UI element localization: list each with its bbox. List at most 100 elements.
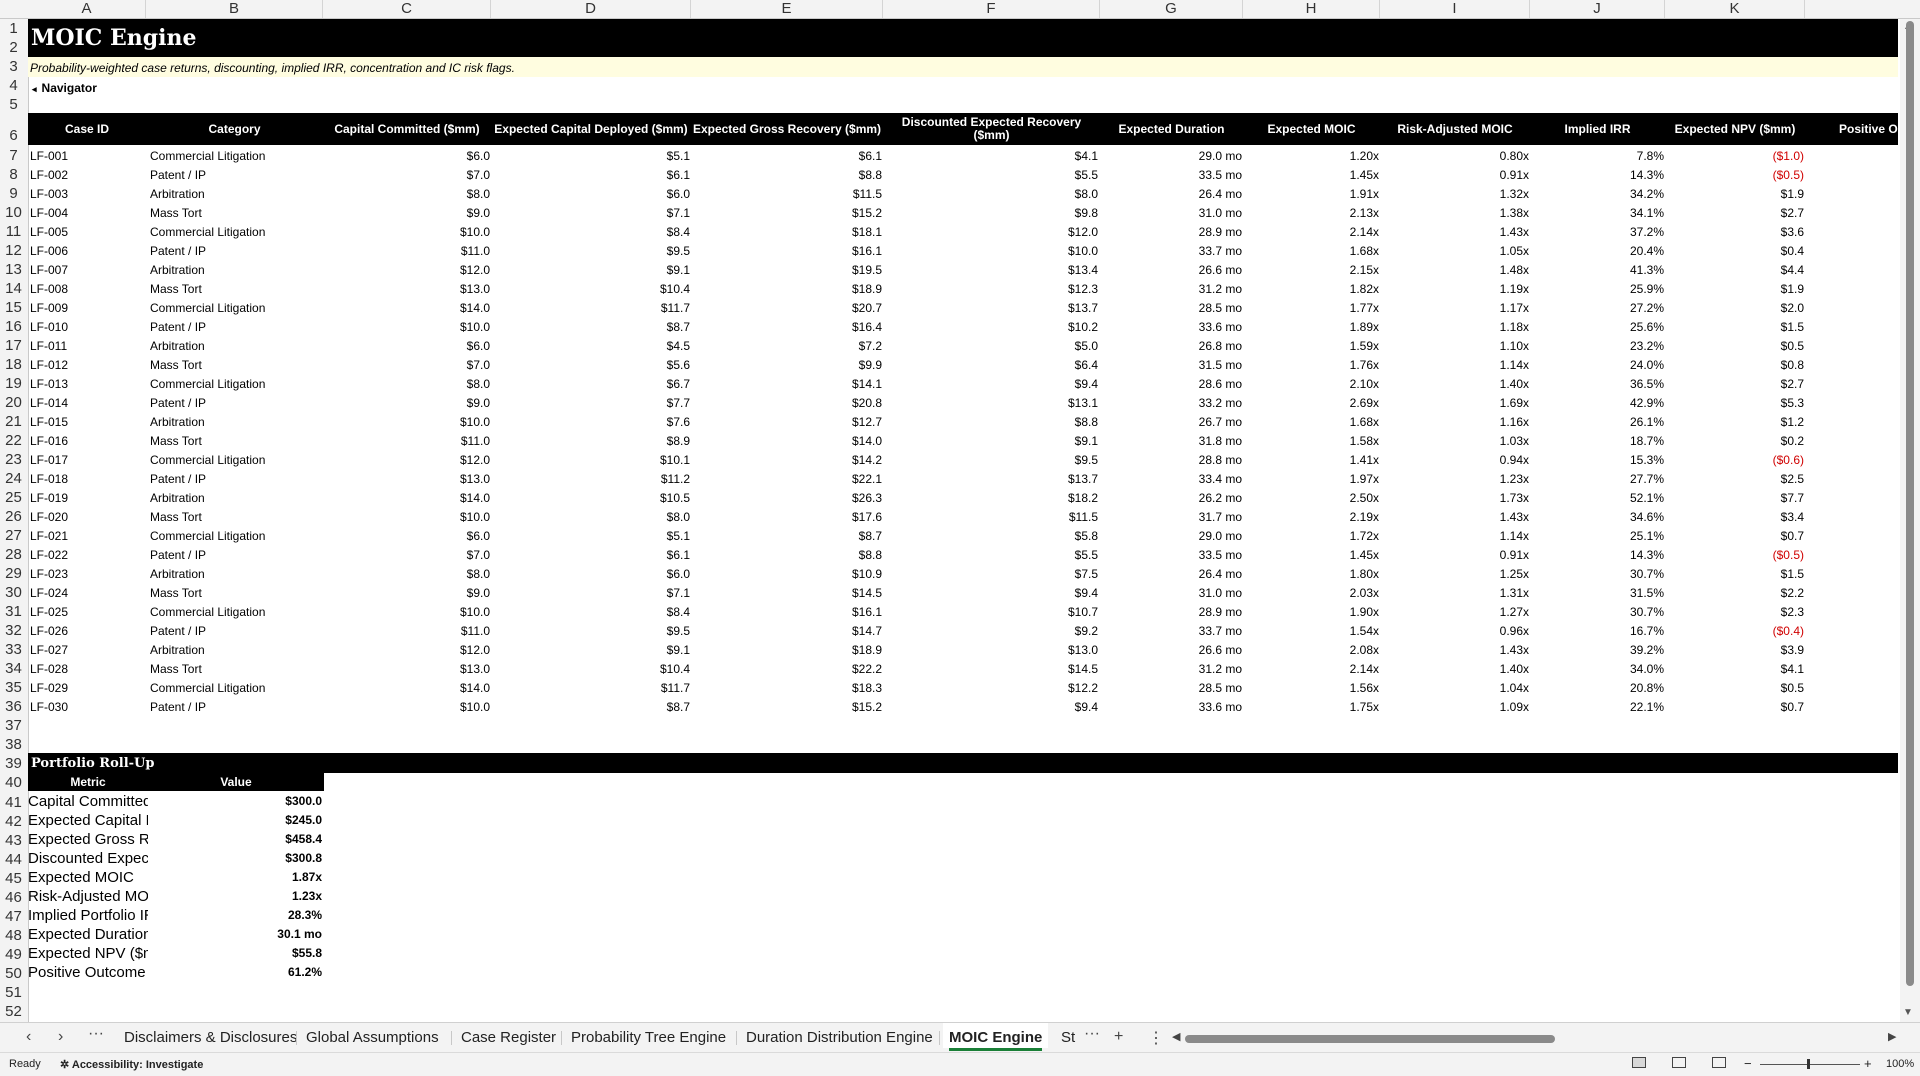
table-cell[interactable]: 31.8 mo [1101,432,1242,451]
column-header-j[interactable]: J [1530,0,1665,18]
table-cell[interactable]: 1.69x [1381,394,1529,413]
table-cell[interactable]: LF-028 [30,660,140,679]
header-cell[interactable]: Capital Committed ($mm) [323,113,491,145]
table-cell[interactable]: $11.7 [492,299,690,318]
navigator-link[interactable]: ◂ Navigator [32,81,97,95]
table-cell[interactable]: $5.8 [884,527,1098,546]
table-cell[interactable]: 31.7 mo [1101,508,1242,527]
table-cell[interactable]: $9.1 [492,261,690,280]
sheet-tab[interactable]: Disclaimers & Disclosures [118,1027,303,1049]
table-cell[interactable]: 42.9% [1531,394,1664,413]
row-header-18[interactable]: 18 [0,356,27,374]
table-cell[interactable]: 28.9 mo [1101,223,1242,242]
table-cell[interactable]: $3.6 [1666,223,1804,242]
table-cell[interactable]: $4.1 [884,147,1098,166]
table-cell[interactable]: $9.1 [884,432,1098,451]
rollup-metric[interactable]: Positive Outcome Probability [28,963,148,982]
table-cell[interactable]: 33.7 mo [1101,622,1242,641]
zoom-in-icon[interactable]: + [1864,1056,1872,1071]
table-cell[interactable]: Commercial Litigation [150,147,320,166]
table-cell[interactable]: $9.9 [692,356,882,375]
rollup-metric[interactable]: Expected Duration [28,925,148,944]
table-cell[interactable]: LF-015 [30,413,140,432]
table-cell[interactable]: $8.8 [692,546,882,565]
table-cell[interactable]: LF-030 [30,698,140,717]
table-cell[interactable]: 0.91x [1381,166,1529,185]
table-cell[interactable]: 1.90x [1244,603,1379,622]
table-cell[interactable]: $10.9 [692,565,882,584]
table-cell[interactable]: $14.1 [692,375,882,394]
table-cell[interactable]: $14.0 [324,679,490,698]
table-cell[interactable]: ($0.5) [1666,166,1804,185]
table-cell[interactable]: 1.20x [1244,147,1379,166]
table-cell[interactable]: 33.2 mo [1101,394,1242,413]
table-cell[interactable]: LF-009 [30,299,140,318]
row-header-9[interactable]: 9 [0,185,27,203]
table-cell[interactable]: 1.80x [1244,565,1379,584]
row-header-10[interactable]: 10 [0,204,27,222]
table-cell[interactable]: 1.59x [1244,337,1379,356]
table-cell[interactable]: 1.82x [1244,280,1379,299]
row-header-8[interactable]: 8 [0,166,27,184]
table-cell[interactable]: $18.9 [692,641,882,660]
row-header-15[interactable]: 15 [0,299,27,317]
table-cell[interactable]: 1.32x [1381,185,1529,204]
table-cell[interactable]: 26.4 mo [1101,565,1242,584]
table-cell[interactable]: LF-021 [30,527,140,546]
rollup-value[interactable]: $300.0 [148,792,322,811]
row-header-22[interactable]: 22 [0,432,27,450]
table-cell[interactable]: 30.7% [1531,565,1664,584]
table-cell[interactable]: $5.5 [884,166,1098,185]
table-cell[interactable]: $14.0 [692,432,882,451]
rollup-metric[interactable]: Capital Committed ($mm) [28,792,148,811]
table-cell[interactable]: $10.4 [492,660,690,679]
table-cell[interactable]: $8.7 [692,527,882,546]
table-cell[interactable]: $26.3 [692,489,882,508]
table-cell[interactable]: $16.1 [692,603,882,622]
table-cell[interactable]: Mass Tort [150,204,320,223]
table-cell[interactable]: 1.41x [1244,451,1379,470]
table-cell[interactable]: $11.7 [492,679,690,698]
table-cell[interactable]: $10.0 [324,698,490,717]
table-cell[interactable]: $15.2 [692,204,882,223]
table-cell[interactable]: $9.0 [324,584,490,603]
table-cell[interactable]: $13.0 [324,660,490,679]
table-cell[interactable]: 37.2% [1531,223,1664,242]
table-cell[interactable]: $7.0 [324,356,490,375]
rollup-metric[interactable]: Expected Gross Recovery ($mm) [28,830,148,849]
table-cell[interactable]: 29.0 mo [1101,527,1242,546]
header-cell[interactable]: Expected MOIC [1243,113,1380,145]
table-cell[interactable]: $12.0 [884,223,1098,242]
table-cell[interactable]: 52.1% [1531,489,1664,508]
table-cell[interactable]: LF-024 [30,584,140,603]
table-cell[interactable]: $15.2 [692,698,882,717]
table-cell[interactable]: 2.19x [1244,508,1379,527]
table-cell[interactable]: ($0.5) [1666,546,1804,565]
table-cell[interactable]: 1.09x [1381,698,1529,717]
table-cell[interactable]: LF-006 [30,242,140,261]
table-cell[interactable]: 1.45x [1244,166,1379,185]
table-cell[interactable]: $7.1 [492,204,690,223]
tab-prev-icon[interactable]: ‹ [26,1028,31,1046]
table-cell[interactable]: $6.0 [324,147,490,166]
table-cell[interactable]: 26.2 mo [1101,489,1242,508]
table-cell[interactable]: Mass Tort [150,508,320,527]
table-cell[interactable]: $22.2 [692,660,882,679]
table-cell[interactable]: LF-014 [30,394,140,413]
table-cell[interactable]: $8.8 [692,166,882,185]
table-cell[interactable]: 1.76x [1244,356,1379,375]
table-cell[interactable]: $1.5 [1666,565,1804,584]
rollup-metric[interactable]: Expected NPV ($mm) [28,944,148,963]
table-cell[interactable]: $14.5 [884,660,1098,679]
table-cell[interactable]: LF-026 [30,622,140,641]
table-cell[interactable]: LF-001 [30,147,140,166]
table-cell[interactable]: 33.5 mo [1101,166,1242,185]
table-cell[interactable]: $22.1 [692,470,882,489]
sheet-tab[interactable]: Probability Tree Engine [565,1027,732,1049]
table-cell[interactable]: $2.3 [1666,603,1804,622]
table-cell[interactable]: 41.3% [1531,261,1664,280]
table-cell[interactable]: ($0.4) [1666,622,1804,641]
row-header-11[interactable]: 11 [0,223,27,241]
header-cell[interactable]: Discounted Expected Recovery ($mm) [883,113,1100,145]
rollup-metric[interactable]: Risk-Adjusted MOIC [28,887,148,906]
